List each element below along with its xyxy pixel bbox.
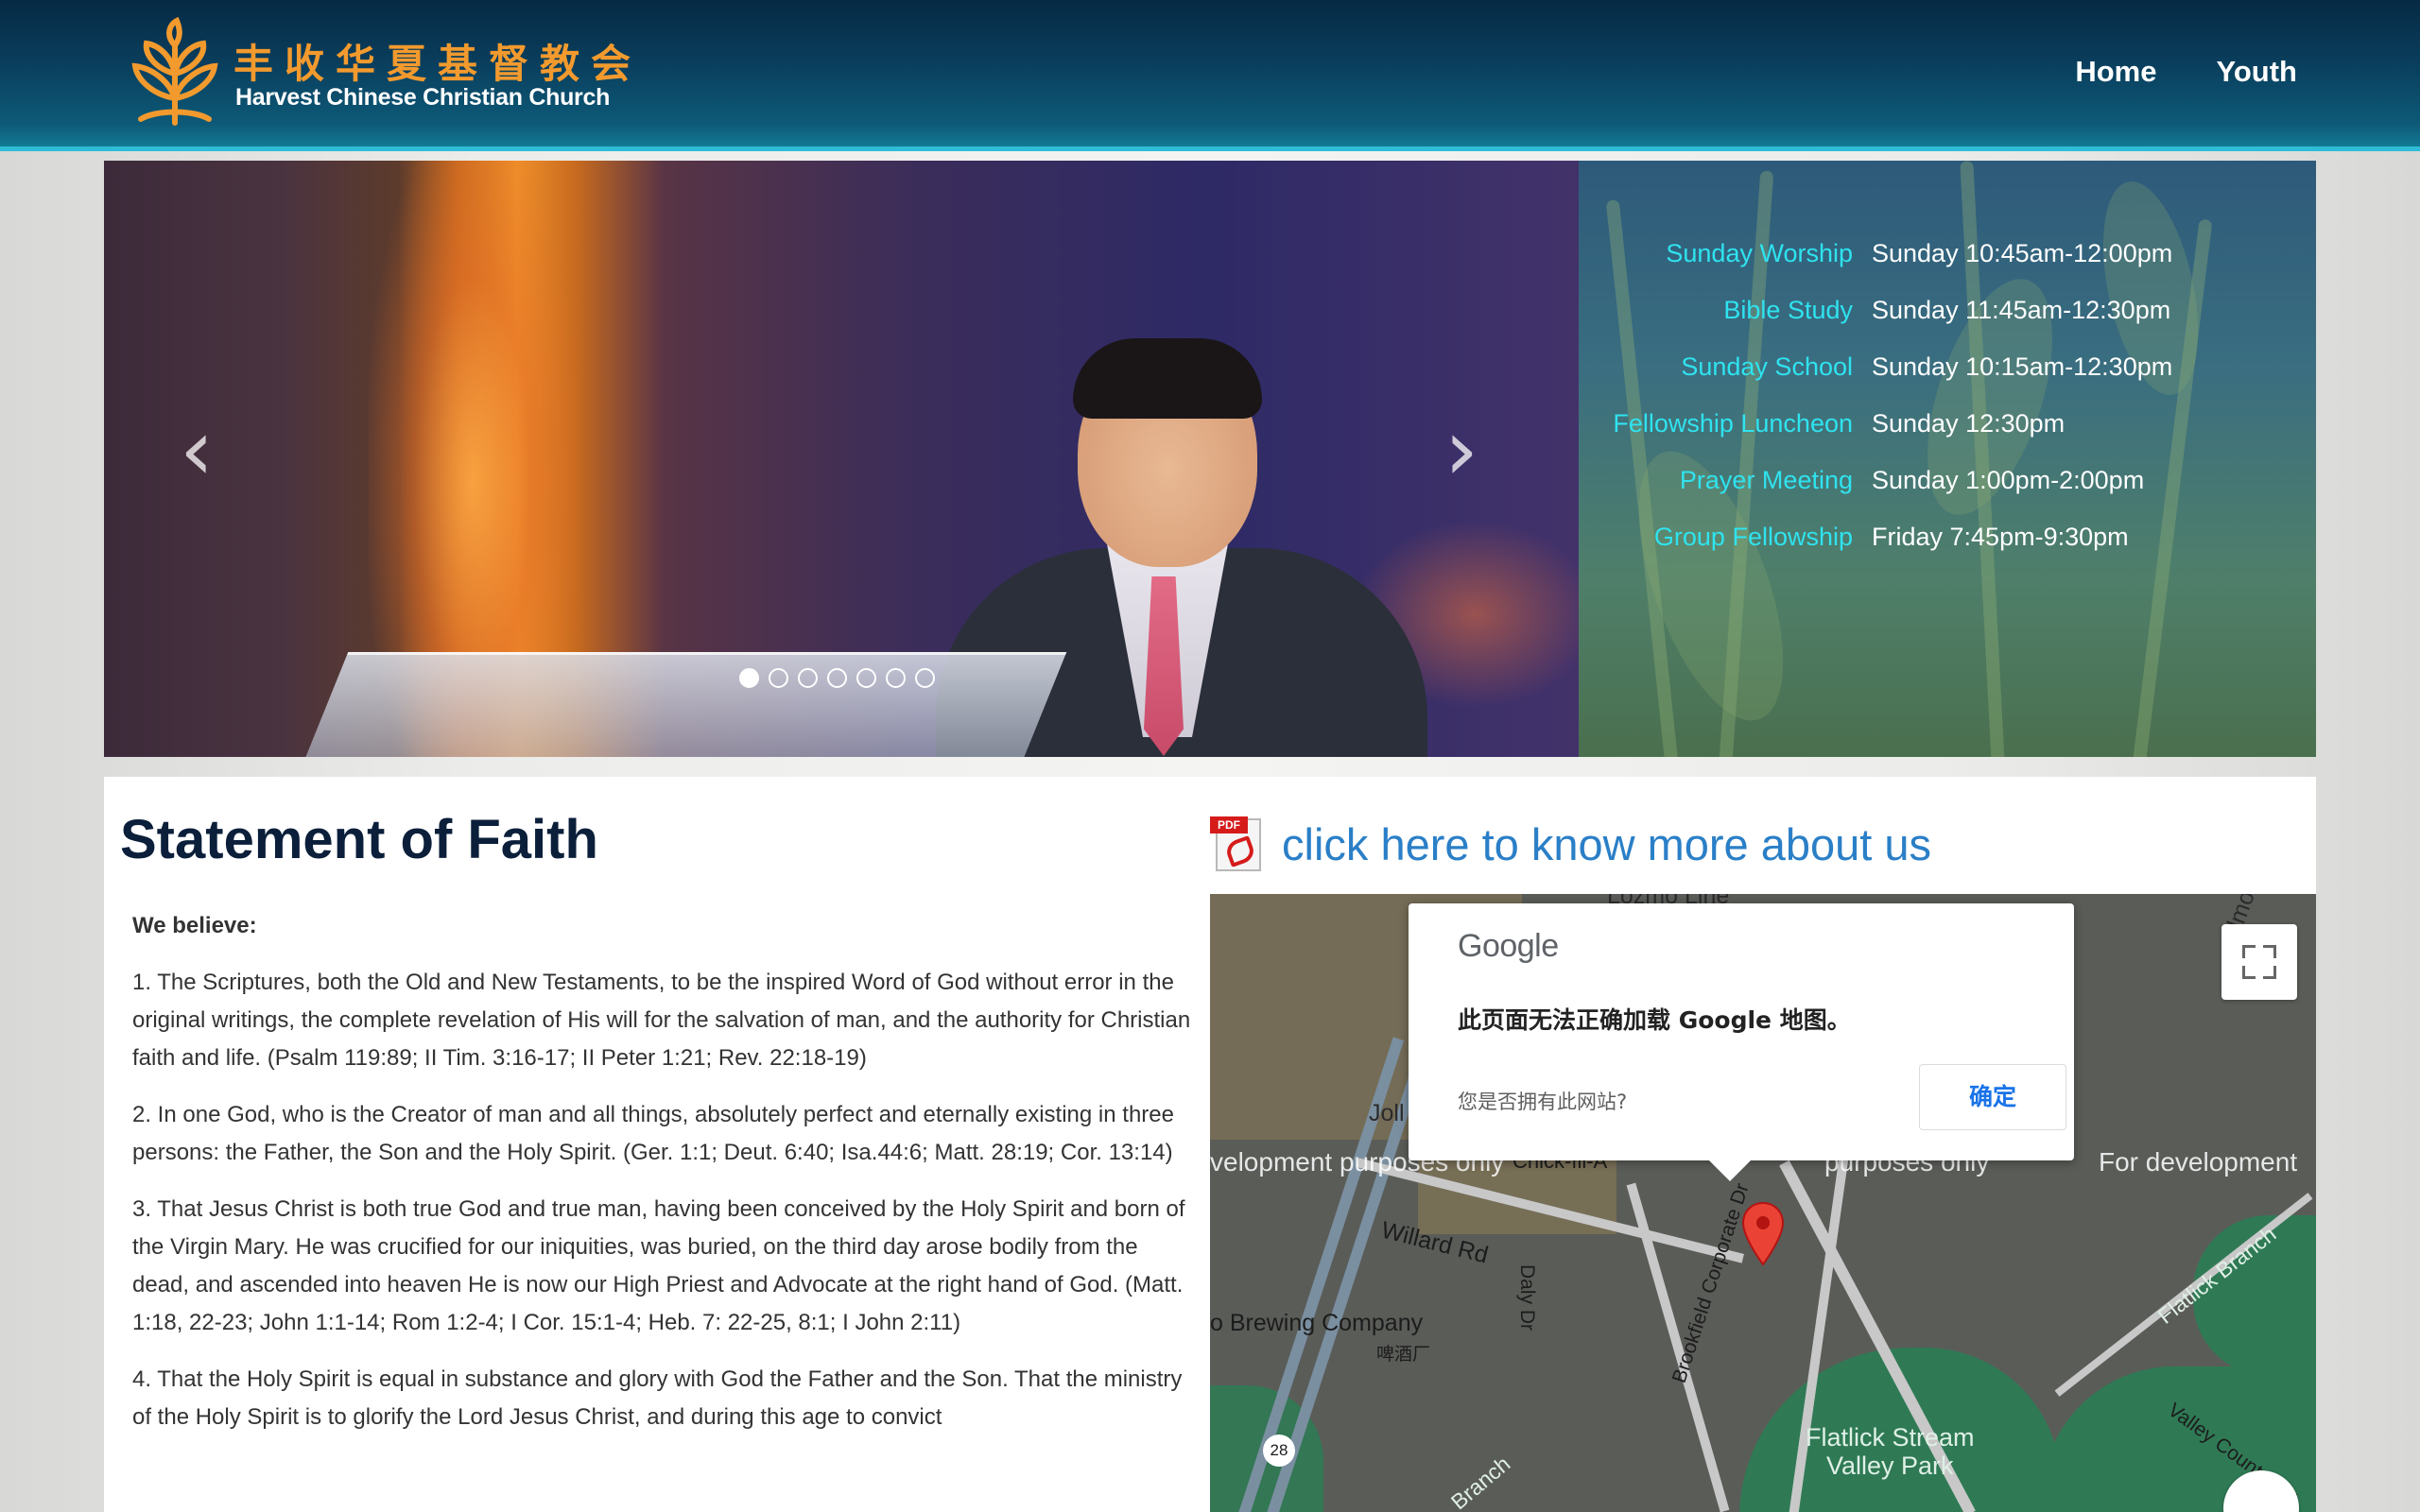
map-marker-icon[interactable] xyxy=(1739,1200,1787,1266)
map-error-message: 此页面无法正确加载 Google 地图。 xyxy=(1458,1006,1851,1034)
map-error-dialog: Google 此页面无法正确加载 Google 地图。 您是否拥有此网站? 确定 xyxy=(1409,903,2074,1181)
carousel-prev-button[interactable]: ‹ xyxy=(180,408,214,493)
faith-item: 1. The Scriptures, both the Old and New … xyxy=(132,970,1191,1071)
schedule-event-time: Sunday 10:45am-12:00pm xyxy=(1872,238,2173,267)
carousel-indicator-dot[interactable] xyxy=(856,668,876,688)
main-content: Statement of Faith We believe: 1. The Sc… xyxy=(104,777,2316,1512)
faith-body: We believe: 1. The Scriptures, both the … xyxy=(132,907,1191,1455)
carousel-indicator-dot[interactable] xyxy=(798,668,818,688)
schedule-event-name: Sunday School xyxy=(1681,352,1853,381)
map-dialog-ok-button[interactable]: 确定 xyxy=(1919,1064,2066,1130)
dev-watermark: For development xyxy=(2099,1147,2298,1177)
schedule-event-time: Sunday 10:15am-12:30pm xyxy=(1872,352,2173,381)
schedule-list: Sunday Worship Sunday 10:45am-12:00pm Bib… xyxy=(1579,225,2316,565)
dialog-pointer xyxy=(1709,1160,1751,1181)
church-logo[interactable]: 丰收华夏基督教会 Harvest Chinese Christian Churc… xyxy=(128,17,631,130)
map-label: o Brewing Company xyxy=(1210,1310,1424,1336)
carousel-indicator-dot[interactable] xyxy=(769,668,788,688)
schedule-event-time: Sunday 1:00pm-2:00pm xyxy=(1872,465,2145,494)
carousel-indicator-dot[interactable] xyxy=(915,668,935,688)
nav-home[interactable]: Home xyxy=(2075,55,2156,89)
schedule-event-time: Sunday 11:45am-12:30pm xyxy=(1872,295,2171,324)
park-label-text: Flatlick Stream Valley Park xyxy=(1806,1423,1975,1480)
schedule-event-name: Prayer Meeting xyxy=(1679,465,1853,494)
map-label: 啤酒厂 xyxy=(1376,1345,1431,1365)
map-error-question: 您是否拥有此网站? xyxy=(1458,1091,1628,1113)
faith-item: 4. That the Holy Spirit is equal in subs… xyxy=(132,1366,1183,1430)
logo-chinese-name: 丰收华夏基督教会 xyxy=(233,41,643,87)
carousel-indicator-dot[interactable] xyxy=(827,668,847,688)
statement-of-faith: Statement of Faith We believe: 1. The Sc… xyxy=(104,777,1201,1512)
carousel-indicators xyxy=(739,668,935,688)
logo-english-name: Harvest Chinese Christian Church xyxy=(235,84,611,111)
google-map[interactable]: Lozmo Line Elmo Joll Willard Rd Daly Dr … xyxy=(1210,894,2316,1512)
schedule-row: Prayer Meeting Sunday 1:00pm-2:00pm xyxy=(1579,452,2316,508)
pdf-icon: PDF xyxy=(1208,815,1267,873)
map-label: Joll xyxy=(1369,1100,1405,1126)
carousel-indicator-dot[interactable] xyxy=(739,668,759,688)
schedule-event-name: Group Fellowship xyxy=(1653,522,1853,551)
faith-title: Statement of Faith xyxy=(120,809,598,870)
main-nav: Home Youth xyxy=(2075,55,2297,89)
wheat-logo-icon xyxy=(131,17,218,126)
fullscreen-button[interactable] xyxy=(2221,924,2297,1000)
photo-carousel: ‹ › xyxy=(104,161,1579,757)
schedule-event-name: Bible Study xyxy=(1723,295,1853,324)
faith-item: 2. In one God, who is the Creator of man… xyxy=(132,1102,1174,1165)
hero-banner: ‹ › Sunday Worship Sunday 10:45am-12:00pm… xyxy=(104,161,2316,757)
faith-lead: We believe: xyxy=(132,913,257,938)
about-us-link-text: click here to know more about us xyxy=(1282,818,1932,869)
schedule-row: Sunday Worship Sunday 10:45am-12:00pm xyxy=(1579,225,2316,282)
speaker-hair xyxy=(1073,338,1262,419)
map-label: Branch xyxy=(1445,1451,1515,1512)
schedule-row: Sunday School Sunday 10:15am-12:30pm xyxy=(1579,338,2316,395)
site-header: 丰收华夏基督教会 Harvest Chinese Christian Churc… xyxy=(0,0,2420,151)
schedule-event-name: Sunday Worship xyxy=(1666,238,1853,267)
glass-podium xyxy=(294,652,1067,757)
map-label: Daly Dr xyxy=(1516,1263,1539,1332)
pdf-tag: PDF xyxy=(1210,816,1248,833)
carousel-next-button[interactable]: › xyxy=(1444,408,1478,493)
google-logo: Google xyxy=(1458,928,1559,964)
carousel-indicator-dot[interactable] xyxy=(886,668,906,688)
route-shield: 28 xyxy=(1263,1435,1295,1467)
about-section: PDF click here to know more about us Loz… xyxy=(1208,777,2316,1512)
schedule-event-time: Friday 7:45pm-9:30pm xyxy=(1872,522,2129,551)
schedule-row: Fellowship Luncheon Sunday 12:30pm xyxy=(1579,395,2316,452)
schedule-row: Group Fellowship Friday 7:45pm-9:30pm xyxy=(1579,508,2316,565)
faith-item: 3. That Jesus Christ is both true God an… xyxy=(132,1196,1185,1335)
schedule-event-name: Fellowship Luncheon xyxy=(1613,408,1853,438)
nav-youth[interactable]: Youth xyxy=(2216,55,2297,89)
schedule-event-time: Sunday 12:30pm xyxy=(1872,408,2066,438)
about-us-pdf-link[interactable]: PDF click here to know more about us xyxy=(1208,815,1931,873)
schedule-row: Bible Study Sunday 11:45am-12:30pm xyxy=(1579,282,2316,338)
map-label: Flatlick Stream Valley Park xyxy=(1806,1423,1975,1480)
service-schedule-panel: Sunday Worship Sunday 10:45am-12:00pm Bib… xyxy=(1579,161,2316,757)
